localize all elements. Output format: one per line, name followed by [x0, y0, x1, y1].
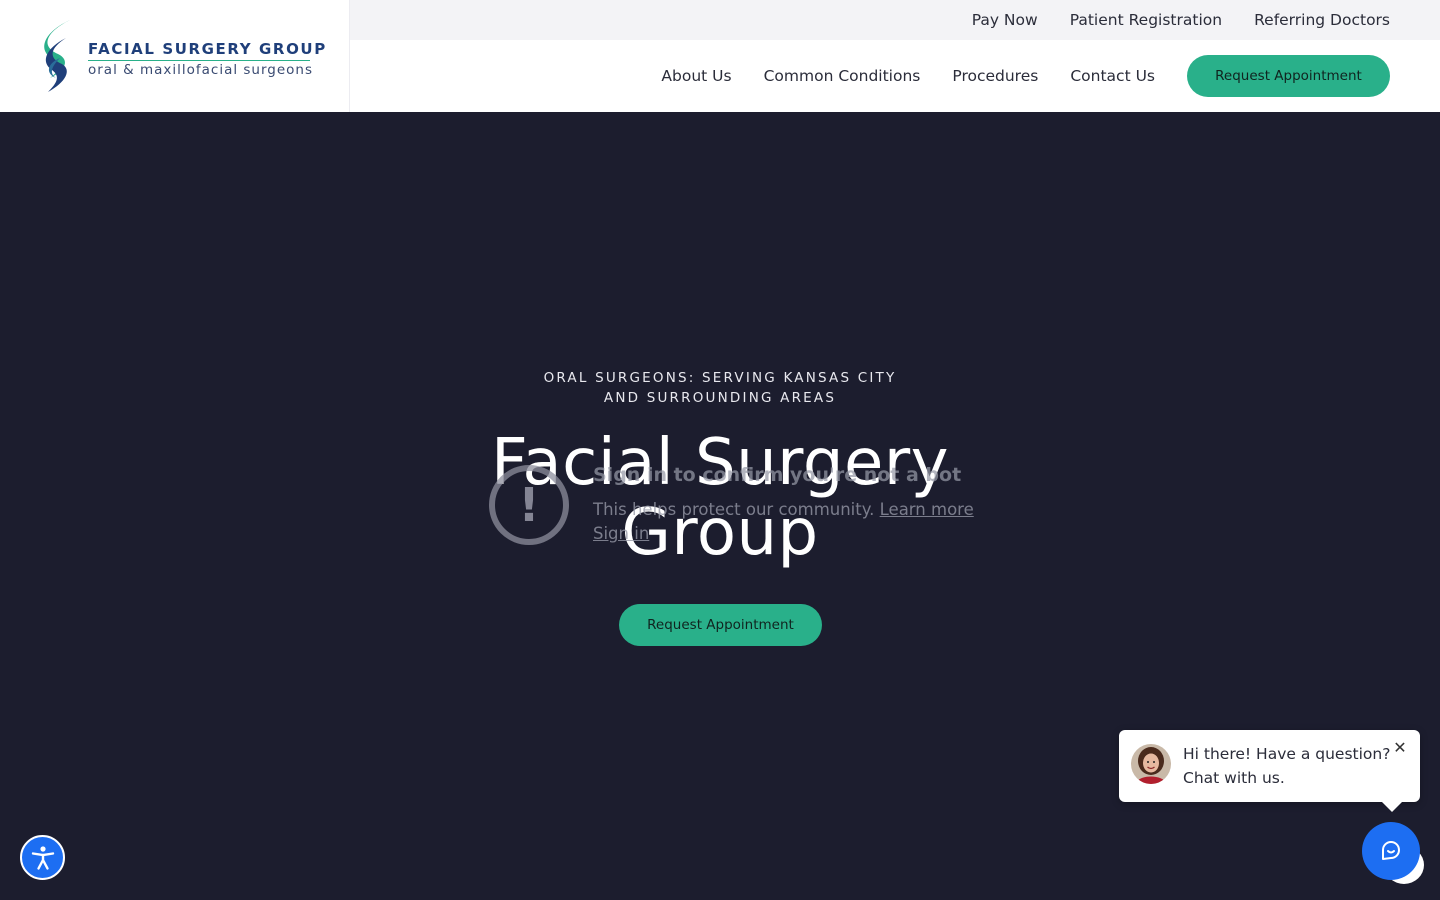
logo[interactable]: FACIAL SURGERY GROUP oral & maxillofacia…	[0, 0, 350, 112]
chat-greeting[interactable]: Hi there! Have a question? Chat with us.…	[1119, 730, 1420, 812]
bot-check-heading: Sign in to confirm you're not a bot	[593, 464, 962, 486]
hero-eyebrow-line2: AND SURROUNDING AREAS	[603, 390, 837, 406]
logo-title: FACIAL SURGERY GROUP	[88, 40, 327, 58]
pay-now-link[interactable]: Pay Now	[972, 11, 1038, 29]
accessibility-button[interactable]	[20, 835, 65, 880]
accessibility-icon	[31, 845, 54, 870]
hero-eyebrow-line1: ORAL SURGEONS: SERVING KANSAS CITY	[543, 370, 897, 386]
chat-launcher-button[interactable]	[1362, 822, 1420, 880]
utility-bar: Pay Now Patient Registration Referring D…	[350, 0, 1440, 40]
sign-in-link[interactable]: Sign in	[593, 524, 649, 543]
bot-check-body: This helps protect our community. Learn …	[593, 500, 974, 519]
close-icon[interactable]: ✕	[1392, 740, 1408, 756]
site-header: FACIAL SURGERY GROUP oral & maxillofacia…	[0, 0, 1440, 112]
agent-avatar	[1131, 744, 1171, 784]
patient-registration-link[interactable]: Patient Registration	[1070, 11, 1222, 29]
nav-common-conditions[interactable]: Common Conditions	[764, 67, 921, 85]
chat-line1: Hi there! Have a question?	[1183, 745, 1391, 763]
nav-procedures[interactable]: Procedures	[952, 67, 1038, 85]
learn-more-link[interactable]: Learn more	[880, 500, 974, 519]
chat-greeting-text: Hi there! Have a question? Chat with us.	[1183, 742, 1393, 790]
logo-divider	[88, 60, 310, 61]
hero-request-appointment-button[interactable]: Request Appointment	[619, 604, 822, 646]
chat-line2: Chat with us.	[1183, 769, 1285, 787]
exclamation-icon: !	[489, 465, 569, 545]
utility-links: Pay Now Patient Registration Referring D…	[972, 0, 1390, 40]
main-nav: About Us Common Conditions Procedures Co…	[661, 55, 1390, 97]
logo-tagline: oral & maxillofacial surgeons	[88, 62, 314, 78]
nav-contact-us[interactable]: Contact Us	[1070, 67, 1155, 85]
request-appointment-button[interactable]: Request Appointment	[1187, 55, 1390, 97]
chat-icon	[1382, 841, 1400, 860]
logo-mark-icon	[44, 20, 70, 92]
nav-about-us[interactable]: About Us	[661, 67, 731, 85]
hero-eyebrow: ORAL SURGEONS: SERVING KANSAS CITY AND S…	[470, 368, 970, 408]
referring-doctors-link[interactable]: Referring Doctors	[1254, 11, 1390, 29]
bot-check-body-text: This helps protect our community.	[593, 500, 875, 519]
